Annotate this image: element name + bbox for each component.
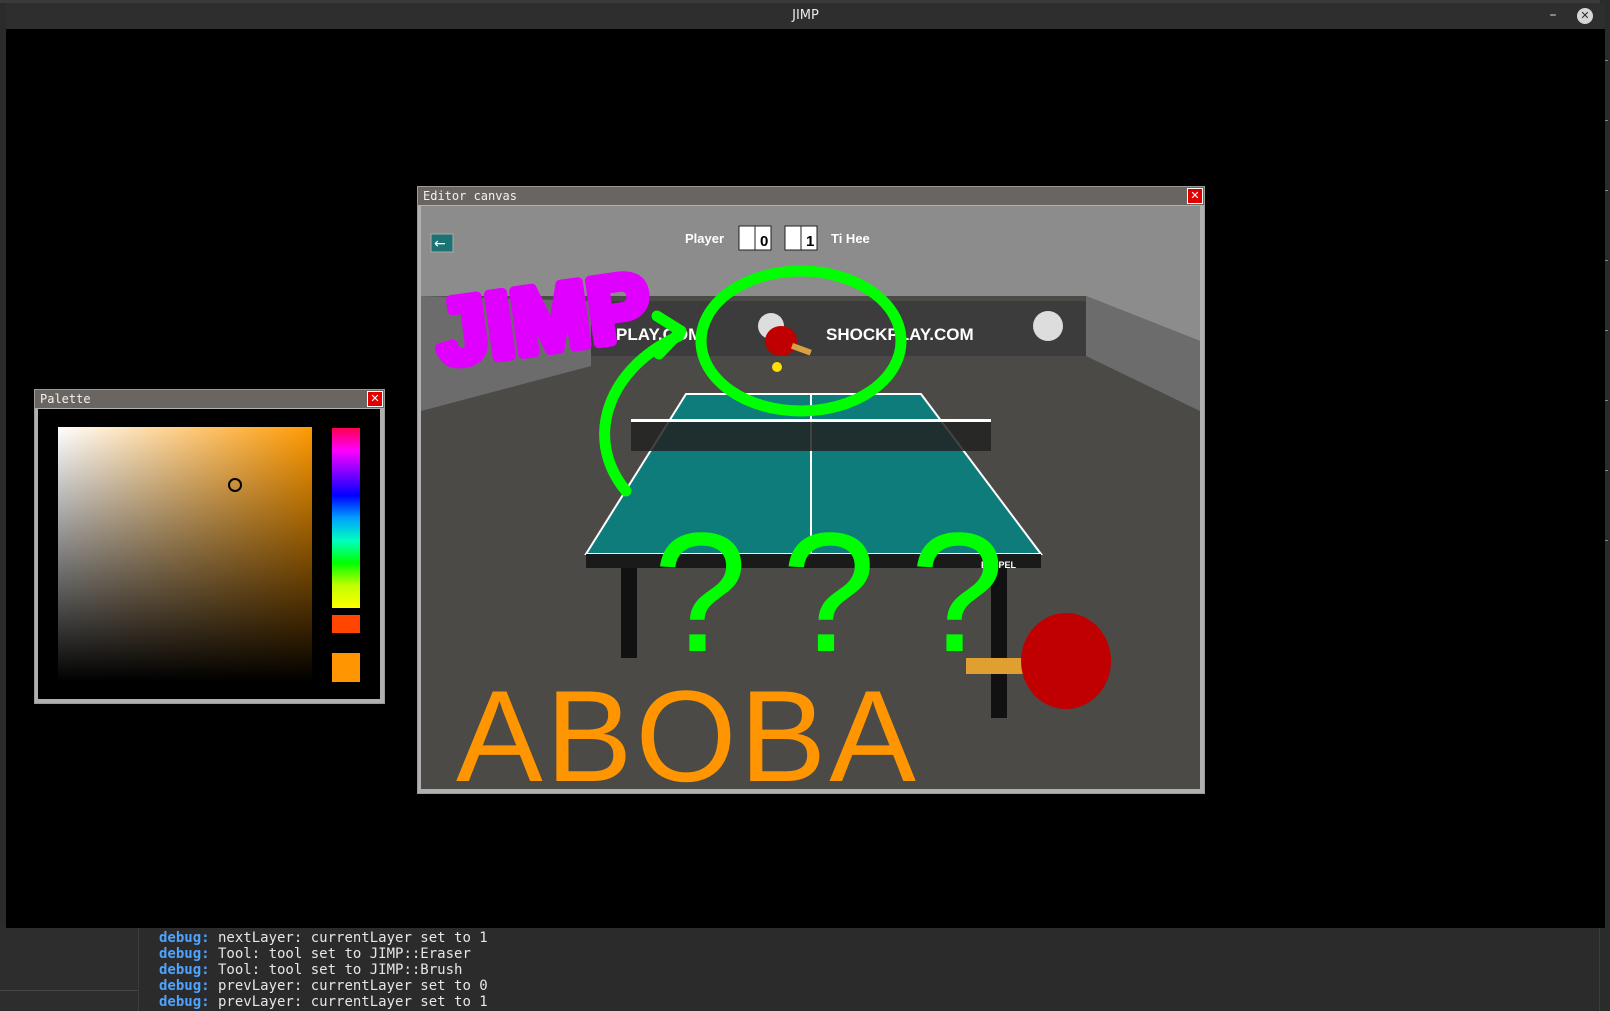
editor-canvas-window: Editor canvas ✕ PLAY.COM SHOCKPLAY.COM P… — [417, 186, 1205, 794]
console-line: debug: nextLayer: currentLayer set to 1 — [159, 930, 488, 946]
back-arrow-icon: ← — [434, 236, 446, 252]
player-score-card — [738, 225, 756, 251]
jimp-window: JIMP – ✕ Palette ✕ Editor canvas ✕ PLAY.… — [6, 3, 1605, 928]
table-leg — [621, 568, 637, 658]
opponent-score: 1 — [806, 233, 814, 250]
table-net — [631, 421, 991, 451]
canvas-image[interactable]: PLAY.COM SHOCKPLAY.COM Player 0 1 Ti Hee… — [421, 206, 1200, 789]
console-gutter — [0, 925, 138, 1011]
color-picker-handle[interactable] — [228, 478, 242, 492]
window-titlebar[interactable]: JIMP – ✕ — [6, 3, 1605, 29]
hue-slider[interactable] — [332, 428, 360, 608]
palette-close-button[interactable]: ✕ — [367, 391, 383, 407]
window-title: JIMP — [792, 8, 819, 23]
opponent-paddle — [765, 326, 797, 356]
console-line: debug: prevLayer: currentLayer set to 1 — [159, 994, 488, 1010]
drawing-question-marks: ??? — [653, 498, 1039, 688]
drawing-canvas[interactable]: PLAY.COM SHOCKPLAY.COM Player 0 1 Ti Hee… — [421, 206, 1200, 789]
current-color-swatch — [332, 653, 360, 682]
player-label: Player — [685, 231, 724, 246]
editor-canvas-close-button[interactable]: ✕ — [1187, 188, 1203, 204]
console-line: debug: Tool: tool set to JIMP::Eraser — [159, 946, 471, 962]
palette-window: Palette ✕ — [34, 389, 385, 704]
debug-console: debug: nextLayer: currentLayer set to 1 … — [138, 925, 1561, 1011]
palette-title[interactable]: Palette — [35, 390, 384, 408]
ball — [772, 362, 782, 372]
console-line: debug: Tool: tool set to JIMP::Brush — [159, 962, 463, 978]
window-close-button[interactable]: ✕ — [1577, 8, 1593, 24]
mascot-icon — [1033, 311, 1063, 341]
player-score: 0 — [760, 233, 768, 250]
saturation-value-picker[interactable] — [58, 427, 312, 682]
minimize-button[interactable]: – — [1543, 3, 1563, 29]
drawing-aboba: ABOBA — [456, 663, 919, 789]
editor-canvas-title[interactable]: Editor canvas — [418, 187, 1204, 205]
palette-body — [38, 409, 380, 699]
opponent-score-card — [784, 225, 802, 251]
opponent-label: Ti Hee — [831, 231, 870, 246]
hue-selected-indicator — [332, 615, 360, 633]
console-line: debug: prevLayer: currentLayer set to 0 — [159, 978, 488, 994]
